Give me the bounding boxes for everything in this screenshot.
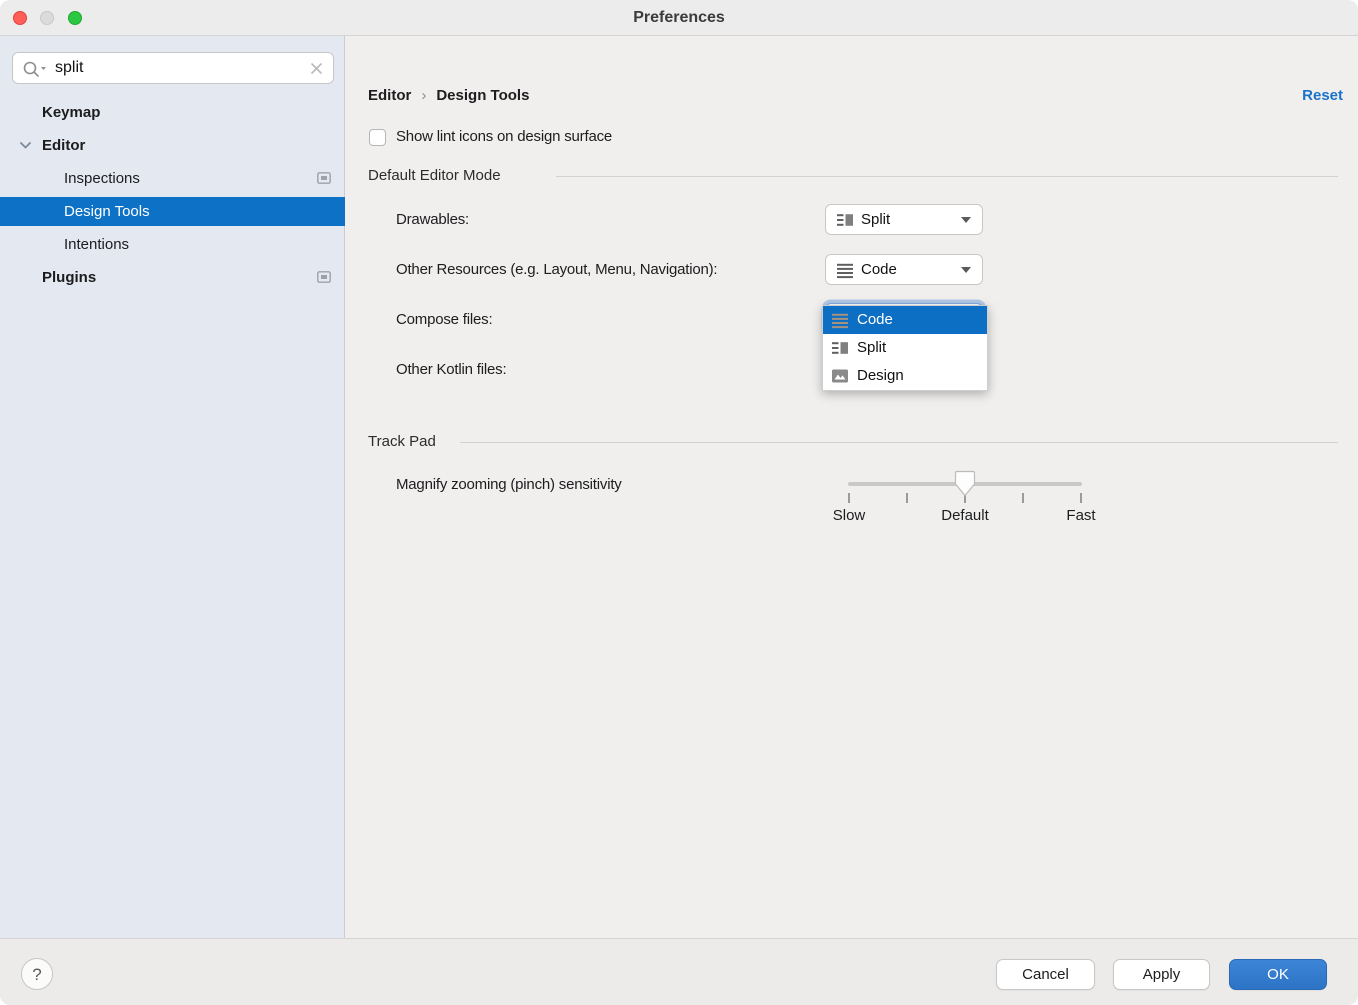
slider-label-fast: Fast [1066, 507, 1095, 524]
reset-link[interactable]: Reset [1302, 84, 1343, 108]
sidebar-item-label: Keymap [42, 96, 100, 129]
dialog-footer: ? Cancel Apply OK [0, 938, 1358, 1005]
sidebar-item-keymap[interactable]: Keymap [0, 96, 345, 129]
breadcrumb-parent[interactable]: Editor [368, 87, 411, 104]
sensitivity-slider[interactable]: Slow Default Fast [848, 468, 1082, 528]
help-button[interactable]: ? [21, 958, 53, 990]
magnifier-icon [22, 60, 48, 78]
titlebar: Preferences [0, 0, 1358, 36]
cancel-button[interactable]: Cancel [996, 959, 1095, 990]
compose-files-label: Compose files: [396, 309, 492, 331]
other-resources-label: Other Resources (e.g. Layout, Menu, Navi… [396, 259, 717, 281]
editor-mode-dropdown-menu: Code Split Design [822, 305, 988, 391]
sidebar-item-intentions[interactable]: Intentions [0, 228, 345, 261]
other-resources-dropdown[interactable]: Code [825, 254, 983, 285]
window-icon [317, 172, 331, 184]
magnify-zooming-label: Magnify zooming (pinch) sensitivity [396, 476, 622, 493]
other-kotlin-files-label: Other Kotlin files: [396, 359, 506, 381]
split-icon [831, 339, 849, 357]
section-divider [556, 176, 1338, 177]
menu-item-label: Design [857, 362, 904, 390]
preferences-window: Preferences Keymap Editor [0, 0, 1358, 1005]
dropdown-arrow-icon [961, 267, 971, 273]
sidebar-item-label: Intentions [64, 228, 129, 261]
section-divider [460, 442, 1338, 443]
sidebar-item-editor[interactable]: Editor [0, 129, 345, 162]
breadcrumb-separator-icon: › [421, 87, 426, 104]
breadcrumb-current: Design Tools [436, 87, 529, 104]
sidebar-item-design-tools[interactable]: Design Tools [0, 197, 345, 226]
code-icon [836, 261, 854, 279]
dropdown-arrow-icon [961, 217, 971, 223]
chevron-down-icon[interactable] [20, 142, 31, 149]
slider-thumb[interactable] [954, 470, 976, 497]
section-title-default-editor-mode: Default Editor Mode [368, 165, 501, 187]
sidebar-item-inspections[interactable]: Inspections [0, 162, 345, 195]
menu-item-design[interactable]: Design [823, 362, 987, 390]
menu-item-label: Split [857, 334, 886, 362]
breadcrumb: Editor › Design Tools [368, 84, 529, 108]
settings-sidebar: Keymap Editor Inspections Design Tools I… [0, 36, 345, 938]
menu-item-split[interactable]: Split [823, 334, 987, 362]
settings-search-box[interactable] [12, 52, 334, 84]
drawables-dropdown[interactable]: Split [825, 204, 983, 235]
slider-label-slow: Slow [833, 507, 866, 524]
clear-x-icon[interactable] [309, 61, 324, 76]
window-icon [317, 271, 331, 283]
sidebar-item-plugins[interactable]: Plugins [0, 261, 345, 294]
sidebar-item-label: Inspections [64, 162, 140, 195]
search-input[interactable] [55, 53, 305, 83]
sidebar-item-label: Editor [42, 129, 85, 162]
settings-content-panel: Editor › Design Tools Reset Show lint icon… [346, 36, 1358, 938]
show-lint-icons-label: Show lint icons on design surface [396, 126, 612, 148]
slider-label-default: Default [941, 507, 989, 524]
drawables-label: Drawables: [396, 209, 469, 231]
split-icon [836, 211, 854, 229]
design-icon [831, 367, 849, 385]
menu-item-label: Code [857, 306, 893, 334]
dropdown-value: Split [861, 205, 890, 234]
slider-tick [906, 493, 908, 503]
slider-tick [1080, 493, 1082, 503]
code-icon [831, 311, 849, 329]
slider-tick [848, 493, 850, 503]
settings-tree: Keymap Editor Inspections Design Tools I… [0, 96, 345, 294]
slider-tick [1022, 493, 1024, 503]
menu-item-code[interactable]: Code [823, 306, 987, 334]
window-title: Preferences [0, 0, 1358, 36]
apply-button[interactable]: Apply [1113, 959, 1210, 990]
sidebar-item-label: Plugins [42, 261, 96, 294]
sidebar-item-label: Design Tools [64, 197, 150, 226]
ok-button[interactable]: OK [1229, 959, 1327, 990]
show-lint-icons-checkbox[interactable] [369, 129, 386, 146]
section-title-track-pad: Track Pad [368, 431, 436, 453]
dropdown-value: Code [861, 255, 897, 284]
